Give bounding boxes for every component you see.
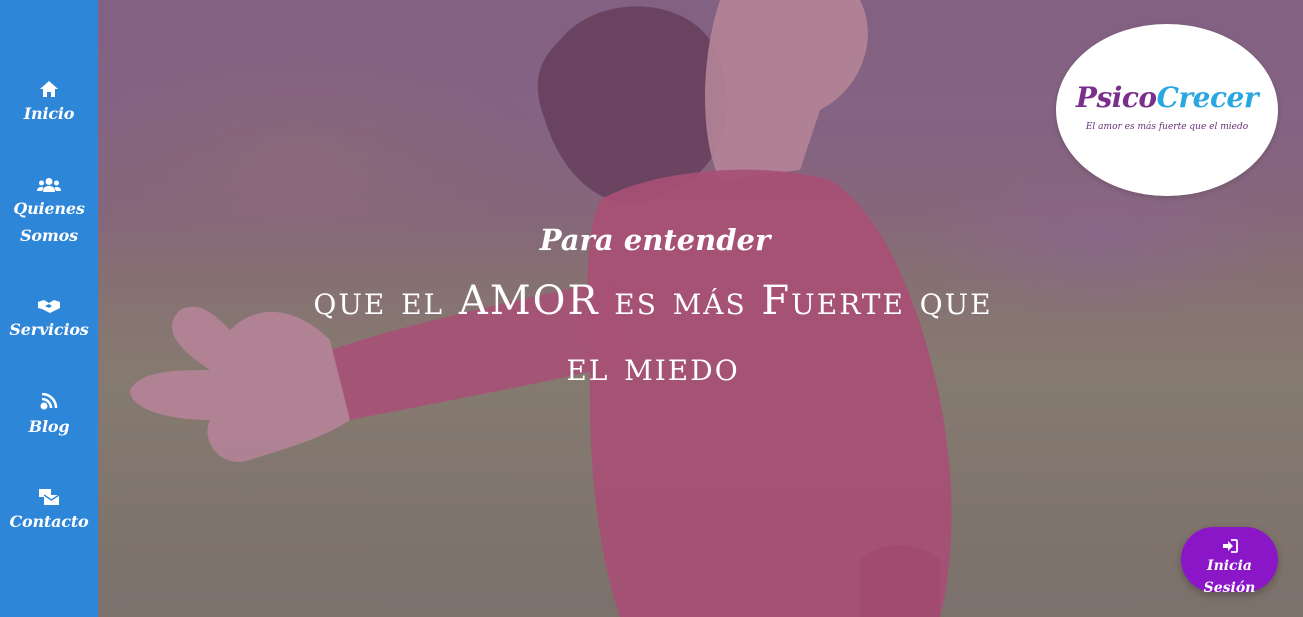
nav-item-quienes-somos[interactable]: Quienes Somos	[0, 177, 98, 249]
nav-item-contacto[interactable]: Contacto	[0, 488, 98, 535]
users-icon	[37, 178, 61, 192]
rss-icon	[40, 393, 58, 410]
nav-item-servicios[interactable]: Servicios	[0, 298, 98, 343]
nav-label-contacto: Contacto	[9, 512, 89, 531]
mail-bulk-icon	[39, 489, 60, 505]
nav-item-blog[interactable]: Blog	[0, 393, 98, 440]
nav-label-quienes: Quienes	[13, 199, 85, 218]
logo-title: PsicoCrecer	[1056, 80, 1278, 116]
login-button[interactable]: Inicia Sesión	[1181, 527, 1278, 596]
nav-label-somos: Somos	[20, 226, 78, 245]
nav-item-inicio[interactable]: Inicio	[0, 80, 98, 127]
sidebar-nav: Inicio Quienes Somos Servicios Blog Cont…	[0, 0, 98, 617]
logo-tagline: El amor es más fuerte que el miedo	[1085, 122, 1249, 132]
nav-label-servicios: Servicios	[9, 320, 89, 339]
home-icon	[40, 81, 58, 97]
brand-logo[interactable]: PsicoCrecer El amor es más fuerte que el…	[1056, 24, 1278, 196]
sign-in-icon	[1222, 539, 1238, 553]
hero-headline-line2: el miedo	[566, 344, 740, 390]
hero-kicker: Para entender	[539, 223, 771, 257]
handshake-icon	[38, 300, 60, 313]
login-label: Inicia Sesión	[1203, 558, 1256, 596]
logo-title-psico: Psico	[1075, 81, 1157, 114]
nav-label-inicio: Inicio	[23, 104, 75, 123]
hero-headline-line1: que el AMOR es más Fuerte que	[313, 278, 993, 324]
hero-headline: que el AMOR es más Fuerte que el miedo	[250, 268, 1056, 400]
logo-title-crecer: Crecer	[1156, 81, 1259, 114]
nav-label-blog: Blog	[28, 417, 70, 436]
